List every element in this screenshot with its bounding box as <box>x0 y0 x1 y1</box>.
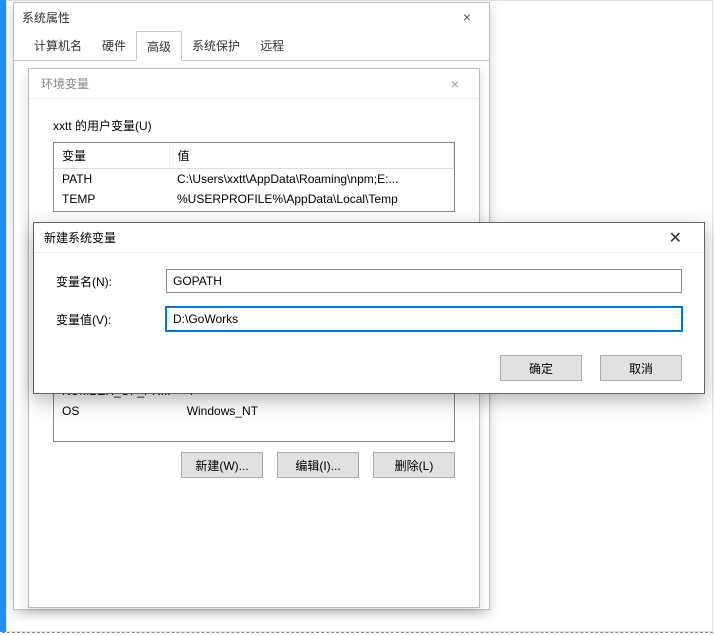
tab-computer-name[interactable]: 计算机名 <box>24 31 92 61</box>
variable-value-input[interactable] <box>166 307 682 331</box>
system-properties-titlebar[interactable]: 系统属性 × <box>14 3 489 31</box>
environment-variables-titlebar[interactable]: 环境变量 × <box>29 69 479 99</box>
var-value: %USERPROFILE%\AppData\Local\Temp <box>169 189 454 209</box>
new-variable-body: 变量名(N): 变量值(V): <box>34 253 704 355</box>
variable-name-input[interactable] <box>166 269 682 293</box>
table-row[interactable]: PATH C:\Users\xxtt\AppData\Roaming\npm;E… <box>54 169 454 190</box>
tab-system-protection[interactable]: 系统保护 <box>182 31 250 61</box>
variable-value-label: 变量值(V): <box>56 311 166 328</box>
delete-button[interactable]: 删除(L) <box>373 452 455 478</box>
edit-button[interactable]: 编辑(I)... <box>277 452 359 478</box>
ok-button[interactable]: 确定 <box>500 355 582 381</box>
col-var-header[interactable]: 变量 <box>54 143 169 169</box>
var-name: TEMP <box>54 189 169 209</box>
tab-advanced[interactable]: 高级 <box>136 31 182 61</box>
var-value: Windows_NT <box>179 401 454 421</box>
close-icon[interactable]: × <box>443 74 467 94</box>
var-name: OS <box>54 401 179 421</box>
col-val-header[interactable]: 值 <box>169 143 454 169</box>
table-row[interactable]: TEMP %USERPROFILE%\AppData\Local\Temp <box>54 189 454 209</box>
close-icon[interactable]: ✕ <box>657 226 694 250</box>
var-name: PATH <box>54 169 169 190</box>
system-properties-tabs: 计算机名 硬件 高级 系统保护 远程 <box>14 31 489 61</box>
user-vars-table[interactable]: 变量 值 PATH C:\Users\xxtt\AppData\Roaming\… <box>53 142 455 212</box>
cancel-button[interactable]: 取消 <box>600 355 682 381</box>
new-variable-footer: 确定 取消 <box>34 355 704 391</box>
variable-name-label: 变量名(N): <box>56 273 166 290</box>
table-row[interactable]: OS Windows_NT <box>54 401 454 421</box>
close-icon[interactable]: × <box>453 6 481 28</box>
new-variable-titlebar[interactable]: 新建系统变量 ✕ <box>34 223 704 253</box>
tab-hardware[interactable]: 硬件 <box>92 31 136 61</box>
system-vars-buttons: 新建(W)... 编辑(I)... 删除(L) <box>53 452 455 478</box>
new-system-variable-dialog: 新建系统变量 ✕ 变量名(N): 变量值(V): 确定 取消 <box>33 222 705 394</box>
system-properties-title: 系统属性 <box>22 9 70 26</box>
environment-variables-title: 环境变量 <box>41 75 89 92</box>
var-value: C:\Users\xxtt\AppData\Roaming\npm;E:... <box>169 169 454 190</box>
new-button[interactable]: 新建(W)... <box>181 452 263 478</box>
new-variable-title: 新建系统变量 <box>44 229 116 246</box>
tab-remote[interactable]: 远程 <box>250 31 294 61</box>
user-vars-label: xxtt 的用户变量(U) <box>53 117 455 134</box>
